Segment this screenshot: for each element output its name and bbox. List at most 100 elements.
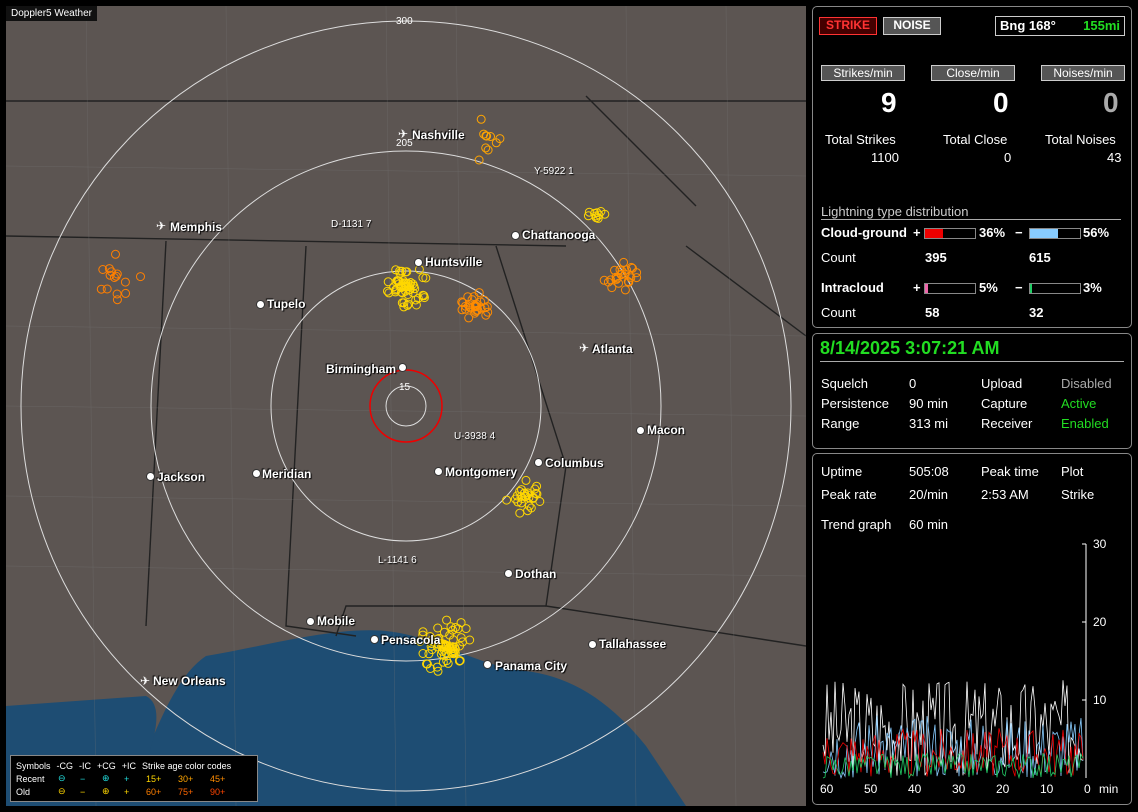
x-tick-30: 30 <box>952 782 966 796</box>
city-huntsville: Huntsville <box>425 255 483 269</box>
status-panel: 8/14/2025 3:07:21 AM Squelch 0 Upload Di… <box>812 333 1132 449</box>
strike-symbol <box>530 484 540 494</box>
age-30: 30+ <box>178 773 194 784</box>
storm-marker[interactable]: U-3938 4 <box>454 431 495 442</box>
strike-symbol <box>620 285 630 295</box>
lightning-map[interactable]: Doppler5 Weather 300 205 15 ✈ Nashville … <box>6 6 806 806</box>
city-new-orleans: New Orleans <box>153 674 226 688</box>
trend-graph <box>822 543 1087 780</box>
plus-ic-icon: + <box>124 773 130 784</box>
storm-marker[interactable]: Y-5922 1 <box>534 166 574 177</box>
airport-icon: ✈ <box>140 674 151 688</box>
ic-pos-bar <box>924 283 976 294</box>
bearing-value: Bng 168° <box>1000 18 1056 33</box>
cg-minus-sign: − <box>1015 225 1023 240</box>
trend-panel: Uptime 505:08 Peak time Plot Peak rate 2… <box>812 453 1132 805</box>
cg-label: Cloud-ground <box>821 225 907 240</box>
strike-cluster-group <box>96 114 642 676</box>
storm-marker[interactable]: L-1141 6 <box>378 555 417 566</box>
total-close-value: 0 <box>1004 150 1012 165</box>
strike-symbol <box>102 284 112 294</box>
strike-symbol <box>112 289 122 299</box>
ring-label-300: 300 <box>396 16 413 27</box>
total-close-label: Total Close <box>943 132 1008 147</box>
noises-rate: 0 <box>1103 87 1119 118</box>
minus-cg-icon: ⊖ <box>58 773 66 783</box>
strike-symbol <box>481 143 491 153</box>
upload-label: Upload <box>981 376 1023 391</box>
city-columbus: Columbus <box>545 456 604 470</box>
city-jackson: Jackson <box>157 470 206 484</box>
x-tick-40: 40 <box>908 782 922 796</box>
legend-header: +CG <box>97 760 116 771</box>
strike-symbol <box>464 313 474 323</box>
age-75: 75+ <box>178 786 194 797</box>
age-90: 90+ <box>210 786 226 797</box>
city-dot <box>534 458 543 467</box>
age-15: 15+ <box>146 773 162 784</box>
city-dot <box>504 569 513 578</box>
city-pensacola: Pensacola <box>381 633 441 647</box>
map-legend: Symbols -CG -IC +CG +IC Strike age color… <box>10 755 258 802</box>
range-label: Range <box>821 416 860 431</box>
range-value: 313 mi <box>909 416 949 431</box>
datetime: 8/14/2025 3:07:21 AM <box>820 338 1124 362</box>
city-dot <box>306 617 315 626</box>
trend-graph-label: Trend graph <box>821 517 892 532</box>
cg-plus-sign: + <box>913 225 921 240</box>
minus-cg-icon: ⊖ <box>58 786 66 796</box>
total-noises-label: Total Noises <box>1045 132 1116 147</box>
city-dot <box>511 231 520 240</box>
x-tick-20: 20 <box>996 782 1010 796</box>
ic-neg-count: 32 <box>1029 305 1044 320</box>
close-range-ring <box>369 369 443 443</box>
plot-label: Plot <box>1061 464 1084 479</box>
map-title: Doppler5 Weather <box>6 6 97 21</box>
peak-rate-value: 20/min <box>909 487 949 502</box>
total-strikes-label: Total Strikes <box>825 132 896 147</box>
city-dot <box>256 300 265 309</box>
ic-pos-count: 58 <box>925 305 940 320</box>
x-tick-60: 60 <box>820 782 834 796</box>
cg-neg-count: 615 <box>1029 250 1051 265</box>
ring-label-15: 15 <box>399 382 411 393</box>
upload-value: Disabled <box>1061 376 1112 391</box>
x-tick-50: 50 <box>864 782 878 796</box>
x-unit: min <box>1099 782 1119 796</box>
city-tupelo: Tupelo <box>267 297 306 311</box>
cg-pos-pct: 36% <box>979 225 1006 240</box>
city-dot <box>636 426 645 435</box>
stats-panel: STRIKE NOISE Bng 168° 155mi Strikes/min … <box>812 6 1132 328</box>
strike-symbol <box>453 624 463 634</box>
strike-symbol <box>383 286 392 296</box>
city-dot <box>414 258 423 267</box>
airport-icon: ✈ <box>156 219 167 233</box>
city-dot <box>434 467 443 476</box>
noise-button[interactable]: NOISE <box>883 17 941 35</box>
legend-header: -IC <box>79 760 92 771</box>
cg-pos-count: 395 <box>925 250 947 265</box>
distribution-title: Lightning type distribution <box>821 204 1121 220</box>
strike-button[interactable]: STRIKE <box>819 17 877 35</box>
city-dot <box>146 472 155 481</box>
strike-symbol <box>474 155 484 165</box>
y-tick-30: 30 <box>1093 537 1107 551</box>
city-montgomery: Montgomery <box>445 465 517 479</box>
trend-line <box>822 715 1084 780</box>
city-memphis: Memphis <box>170 220 223 234</box>
city-meridian: Meridian <box>262 467 312 481</box>
city-birmingham: Birmingham <box>326 362 397 376</box>
total-noises-value: 43 <box>1107 150 1122 165</box>
x-tick-0: 0 <box>1084 782 1091 796</box>
strike-symbol <box>136 272 145 282</box>
total-strikes-value: 1100 <box>871 150 899 165</box>
storm-marker[interactable]: D-1131 7 <box>331 219 371 230</box>
strike-symbol <box>502 495 512 505</box>
y-tick-10: 10 <box>1093 693 1107 707</box>
distance-value: 155mi <box>1083 18 1120 33</box>
receiver-label: Receiver <box>981 416 1033 431</box>
plot-value: Strike <box>1061 487 1095 502</box>
city-panama-city: Panama City <box>495 659 568 673</box>
strike-symbol <box>521 475 531 485</box>
squelch-label: Squelch <box>821 376 868 391</box>
